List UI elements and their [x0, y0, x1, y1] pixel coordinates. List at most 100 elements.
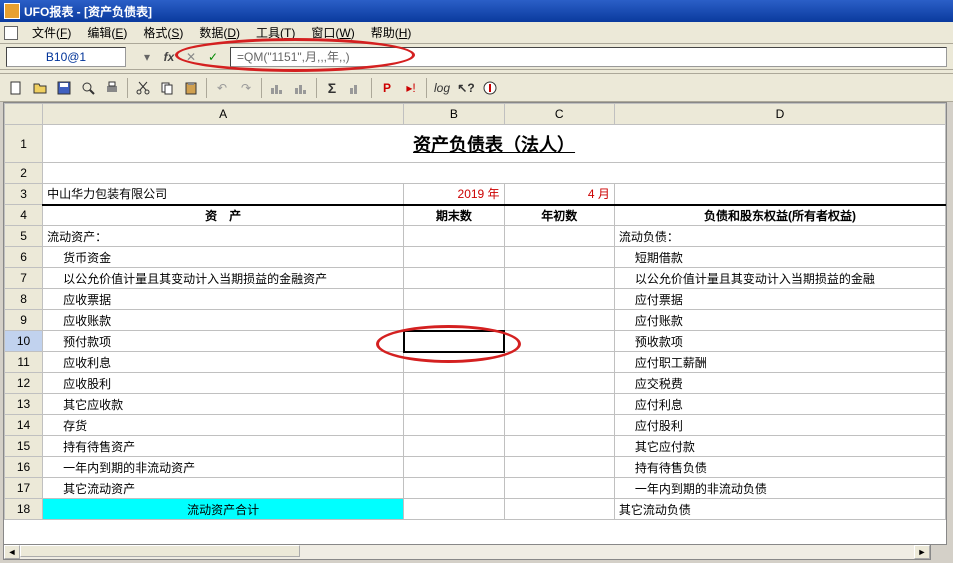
value-cell[interactable] [404, 394, 504, 415]
help-icon[interactable]: ↖? [455, 77, 477, 99]
value-cell[interactable] [504, 331, 614, 352]
value-cell[interactable] [404, 499, 504, 520]
asset-cell[interactable]: 应收票据 [43, 289, 404, 310]
spreadsheet-area[interactable]: A B C D 1 资产负债表（法人） 2 3 中山华力包装有限公司 2019 … [3, 102, 947, 545]
cancel-icon[interactable]: ✕ [182, 48, 200, 66]
sigma-icon[interactable]: Σ [321, 77, 343, 99]
value-cell[interactable] [504, 247, 614, 268]
row-header[interactable]: 9 [5, 310, 43, 331]
menu-item[interactable]: 工具(T) [248, 22, 303, 43]
company-cell[interactable]: 中山华力包装有限公司 [43, 184, 404, 205]
preview-icon[interactable] [77, 77, 99, 99]
liability-cell[interactable]: 一年内到期的非流动负债 [614, 478, 945, 499]
chart3-icon[interactable] [345, 77, 367, 99]
log-icon[interactable]: log [431, 77, 453, 99]
spreadsheet-grid[interactable]: A B C D 1 资产负债表（法人） 2 3 中山华力包装有限公司 2019 … [4, 103, 946, 520]
value-cell[interactable] [504, 457, 614, 478]
row-header[interactable]: 12 [5, 373, 43, 394]
value-cell[interactable] [404, 331, 504, 352]
liability-cell[interactable]: 持有待售负债 [614, 457, 945, 478]
asset-cell[interactable]: 流动资产： [43, 226, 404, 247]
header-liab[interactable]: 负债和股东权益(所有者权益) [614, 205, 945, 226]
asset-cell[interactable]: 其它流动资产 [43, 478, 404, 499]
info-icon[interactable] [479, 77, 501, 99]
header-end[interactable]: 期末数 [404, 205, 504, 226]
redo-icon[interactable]: ↷ [235, 77, 257, 99]
row-header[interactable]: 17 [5, 478, 43, 499]
save-icon[interactable] [53, 77, 75, 99]
value-cell[interactable] [504, 310, 614, 331]
col-header-c[interactable]: C [504, 104, 614, 125]
row-header[interactable]: 2 [5, 163, 43, 184]
value-cell[interactable] [504, 436, 614, 457]
liability-cell[interactable]: 应付票据 [614, 289, 945, 310]
row-header[interactable]: 13 [5, 394, 43, 415]
confirm-icon[interactable]: ✓ [204, 48, 222, 66]
cell-reference-box[interactable]: B10@1 [6, 47, 126, 67]
liability-cell[interactable]: 应付职工薪酬 [614, 352, 945, 373]
corner-cell[interactable] [5, 104, 43, 125]
row-header[interactable]: 14 [5, 415, 43, 436]
run-icon[interactable]: ▸! [400, 77, 422, 99]
fx-icon[interactable]: fx [160, 48, 178, 66]
open-icon[interactable] [29, 77, 51, 99]
row-header[interactable]: 7 [5, 268, 43, 289]
liability-cell[interactable]: 其它流动负债 [614, 499, 945, 520]
menu-item[interactable]: 帮助(H) [363, 22, 420, 43]
paste-icon[interactable] [180, 77, 202, 99]
header-assets[interactable]: 资 产 [43, 205, 404, 226]
dropdown-icon[interactable]: ▾ [138, 48, 156, 66]
row-header[interactable]: 4 [5, 205, 43, 226]
asset-cell[interactable]: 货币资金 [43, 247, 404, 268]
new-icon[interactable] [5, 77, 27, 99]
liability-cell[interactable]: 应付股利 [614, 415, 945, 436]
row-header[interactable]: 5 [5, 226, 43, 247]
liability-cell[interactable]: 应付利息 [614, 394, 945, 415]
value-cell[interactable] [504, 289, 614, 310]
row-header[interactable]: 16 [5, 457, 43, 478]
asset-cell[interactable]: 应收股利 [43, 373, 404, 394]
asset-cell[interactable]: 以公允价值计量且其变动计入当期损益的金融资产 [43, 268, 404, 289]
col-header-b[interactable]: B [404, 104, 504, 125]
asset-cell[interactable]: 流动资产合计 [43, 499, 404, 520]
print-icon[interactable] [101, 77, 123, 99]
value-cell[interactable] [504, 478, 614, 499]
asset-cell[interactable]: 一年内到期的非流动资产 [43, 457, 404, 478]
row-header[interactable]: 10 [5, 331, 43, 352]
menu-item[interactable]: 数据(D) [191, 22, 248, 43]
col-header-a[interactable]: A [43, 104, 404, 125]
scroll-left-icon[interactable]: ◄ [4, 545, 20, 559]
menu-item[interactable]: 窗口(W) [303, 22, 362, 43]
value-cell[interactable] [404, 226, 504, 247]
cell[interactable] [43, 163, 946, 184]
row-header[interactable]: 15 [5, 436, 43, 457]
menu-item[interactable]: 格式(S) [135, 22, 191, 43]
asset-cell[interactable]: 应收利息 [43, 352, 404, 373]
asset-cell[interactable]: 其它应收款 [43, 394, 404, 415]
formula-input[interactable]: =QM("1151",月,,,年,,) [230, 47, 947, 67]
value-cell[interactable] [504, 394, 614, 415]
p-icon[interactable]: P [376, 77, 398, 99]
value-cell[interactable] [504, 268, 614, 289]
value-cell[interactable] [504, 226, 614, 247]
liability-cell[interactable]: 预收款项 [614, 331, 945, 352]
scroll-thumb[interactable] [20, 545, 300, 557]
month-cell[interactable]: 4 月 [504, 184, 614, 205]
year-cell[interactable]: 2019 年 [404, 184, 504, 205]
value-cell[interactable] [404, 436, 504, 457]
row-header[interactable]: 8 [5, 289, 43, 310]
liability-cell[interactable]: 以公允价值计量且其变动计入当期损益的金融 [614, 268, 945, 289]
row-header[interactable]: 11 [5, 352, 43, 373]
liability-cell[interactable]: 应付账款 [614, 310, 945, 331]
value-cell[interactable] [504, 352, 614, 373]
value-cell[interactable] [504, 415, 614, 436]
asset-cell[interactable]: 持有待售资产 [43, 436, 404, 457]
cell[interactable] [614, 184, 945, 205]
value-cell[interactable] [504, 373, 614, 394]
asset-cell[interactable]: 应收账款 [43, 310, 404, 331]
header-start[interactable]: 年初数 [504, 205, 614, 226]
cut-icon[interactable] [132, 77, 154, 99]
asset-cell[interactable]: 预付款项 [43, 331, 404, 352]
scroll-right-icon[interactable]: ► [914, 545, 930, 559]
row-header[interactable]: 18 [5, 499, 43, 520]
